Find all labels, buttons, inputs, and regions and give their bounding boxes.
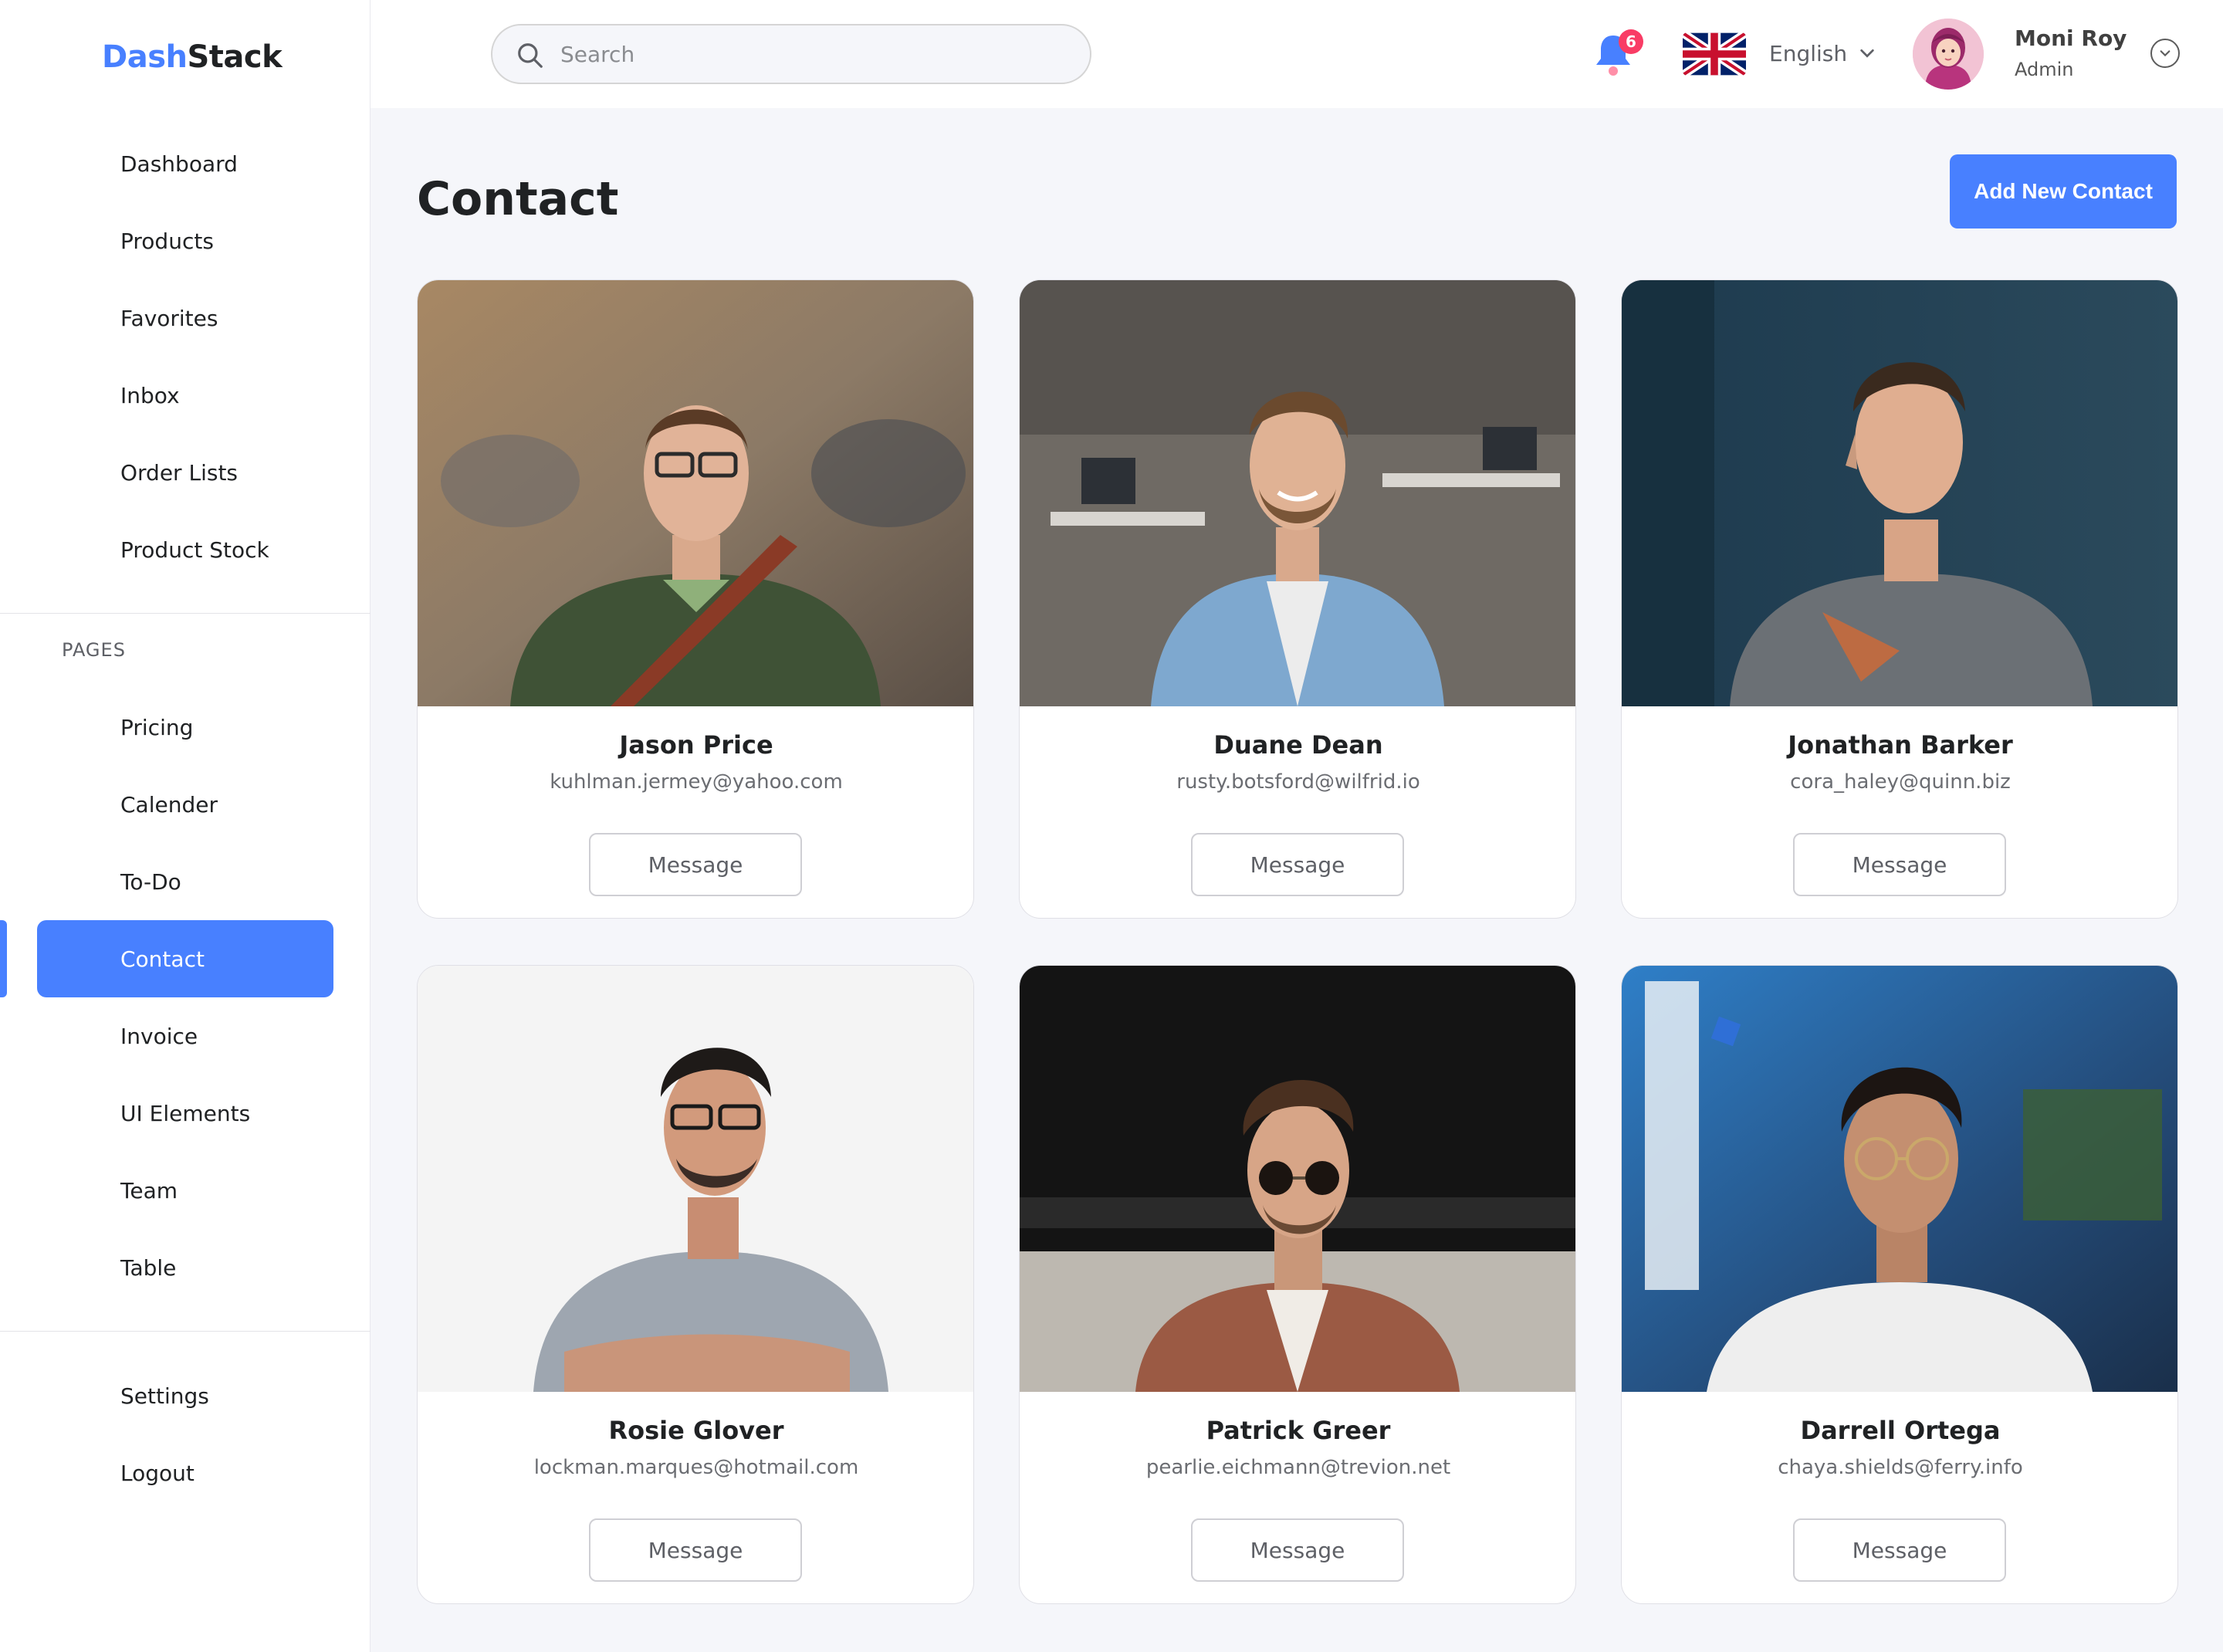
message-button[interactable]: Message [589, 1518, 802, 1582]
sidebar-divider [0, 1331, 370, 1332]
sidebar-item-favorites[interactable]: Favorites [37, 279, 333, 357]
sidebar-item-inbox[interactable]: Inbox [37, 357, 333, 434]
sidebar-item-label: Table [120, 1254, 177, 1281]
contact-name: Rosie Glover [608, 1416, 784, 1445]
sidebar-item-label: Invoice [120, 1023, 198, 1049]
sidebar-item-label: Product Stock [120, 537, 269, 563]
message-button[interactable]: Message [1191, 1518, 1404, 1582]
app-logo[interactable]: DashStack [102, 39, 283, 76]
logo-part-stack: Stack [187, 39, 283, 75]
sidebar-item-contact[interactable]: Contact [37, 920, 333, 997]
active-indicator [0, 920, 7, 997]
contact-name: Jason Price [619, 730, 773, 760]
sidebar-item-dashboard[interactable]: Dashboard [37, 125, 333, 202]
uk-flag-icon[interactable] [1683, 32, 1746, 76]
contact-email: lockman.marques@hotmail.com [533, 1456, 859, 1479]
contact-photo [1020, 966, 1575, 1392]
contact-email: pearlie.eichmann@trevion.net [1145, 1456, 1451, 1479]
sidebar-item-product-stock[interactable]: Product Stock [37, 511, 333, 588]
contact-card: Duane Dean rusty.botsford@wilfrid.io Mes… [1019, 279, 1576, 919]
sidebar-item-label: Pricing [120, 714, 194, 740]
top-header: 6 English Moni Roy Admin [370, 0, 2223, 108]
message-button[interactable]: Message [1793, 833, 2006, 896]
user-role: Admin [2015, 59, 2074, 80]
sidebar-item-label: Order Lists [120, 459, 239, 486]
sidebar-item-invoice[interactable]: Invoice [37, 997, 333, 1075]
sidebar-item-order-lists[interactable]: Order Lists [37, 434, 333, 511]
contact-card: Rosie Glover lockman.marques@hotmail.com… [417, 965, 974, 1604]
contact-photo [418, 280, 973, 706]
contact-photo [1622, 966, 2177, 1392]
message-button[interactable]: Message [1191, 833, 1404, 896]
sidebar: DashStack Dashboard Products Favorites I… [0, 0, 370, 1652]
contact-photo [1622, 280, 2177, 706]
contact-card: Jonathan Barker cora_haley@quinn.biz Mes… [1621, 279, 2178, 919]
contact-card: Jason Price kuhlman.jermey@yahoo.com Mes… [417, 279, 974, 919]
page-footer-space [370, 1635, 2223, 1652]
message-button[interactable]: Message [1793, 1518, 2006, 1582]
contact-name: Darrell Ortega [1800, 1416, 2001, 1445]
sidebar-item-label: Inbox [120, 382, 180, 408]
sidebar-item-logout[interactable]: Logout [37, 1434, 333, 1512]
chevron-down-icon[interactable] [1859, 45, 1876, 62]
sidebar-item-label: To-Do [120, 868, 181, 895]
language-selector[interactable]: English [1769, 39, 1847, 69]
sidebar-item-products[interactable]: Products [37, 202, 333, 279]
sidebar-item-team[interactable]: Team [37, 1152, 333, 1229]
page-title: Contact [417, 172, 619, 226]
sidebar-item-calender[interactable]: Calender [37, 766, 333, 843]
logo-part-dash: Dash [102, 39, 188, 75]
notification-badge: 6 [1619, 29, 1643, 54]
sidebar-item-label: Calender [120, 791, 218, 818]
search-icon [518, 43, 543, 68]
contact-photo [1020, 280, 1575, 706]
search-bar[interactable] [491, 24, 1091, 84]
add-new-contact-button[interactable]: Add New Contact [1950, 154, 2177, 229]
user-name: Moni Roy [2015, 25, 2127, 51]
sidebar-item-to-do[interactable]: To-Do [37, 843, 333, 920]
sidebar-item-label: Products [120, 228, 214, 254]
search-input[interactable] [560, 35, 1054, 73]
sidebar-divider [0, 613, 370, 614]
sidebar-item-pricing[interactable]: Pricing [37, 689, 333, 766]
sidebar-item-label: Contact [120, 946, 205, 972]
sidebar-item-label: Settings [120, 1383, 209, 1409]
contact-email: rusty.botsford@wilfrid.io [1176, 770, 1420, 794]
contact-email: cora_haley@quinn.biz [1790, 770, 2011, 794]
user-avatar[interactable] [1913, 19, 1984, 90]
chevron-down-icon [2160, 50, 2171, 57]
contact-name: Duane Dean [1213, 730, 1383, 760]
profile-menu-button[interactable] [2150, 39, 2180, 68]
contact-card: Darrell Ortega chaya.shields@ferry.info … [1621, 965, 2178, 1604]
contact-email: kuhlman.jermey@yahoo.com [550, 770, 843, 794]
sidebar-item-label: Team [120, 1177, 178, 1203]
contact-card: Patrick Greer pearlie.eichmann@trevion.n… [1019, 965, 1576, 1604]
sidebar-item-ui-elements[interactable]: UI Elements [37, 1075, 333, 1152]
contact-photo [418, 966, 973, 1392]
contact-email: chaya.shields@ferry.info [1778, 1456, 2023, 1479]
sidebar-item-table[interactable]: Table [37, 1229, 333, 1306]
sidebar-item-label: UI Elements [120, 1100, 251, 1126]
sidebar-item-label: Favorites [120, 305, 218, 331]
sidebar-item-label: Logout [120, 1460, 195, 1486]
contact-name: Jonathan Barker [1788, 730, 2013, 760]
sidebar-item-settings[interactable]: Settings [37, 1357, 333, 1434]
sidebar-item-label: Dashboard [120, 151, 238, 177]
message-button[interactable]: Message [589, 833, 802, 896]
contact-name: Patrick Greer [1206, 1416, 1391, 1445]
sidebar-section-pages: PAGES [62, 639, 126, 661]
